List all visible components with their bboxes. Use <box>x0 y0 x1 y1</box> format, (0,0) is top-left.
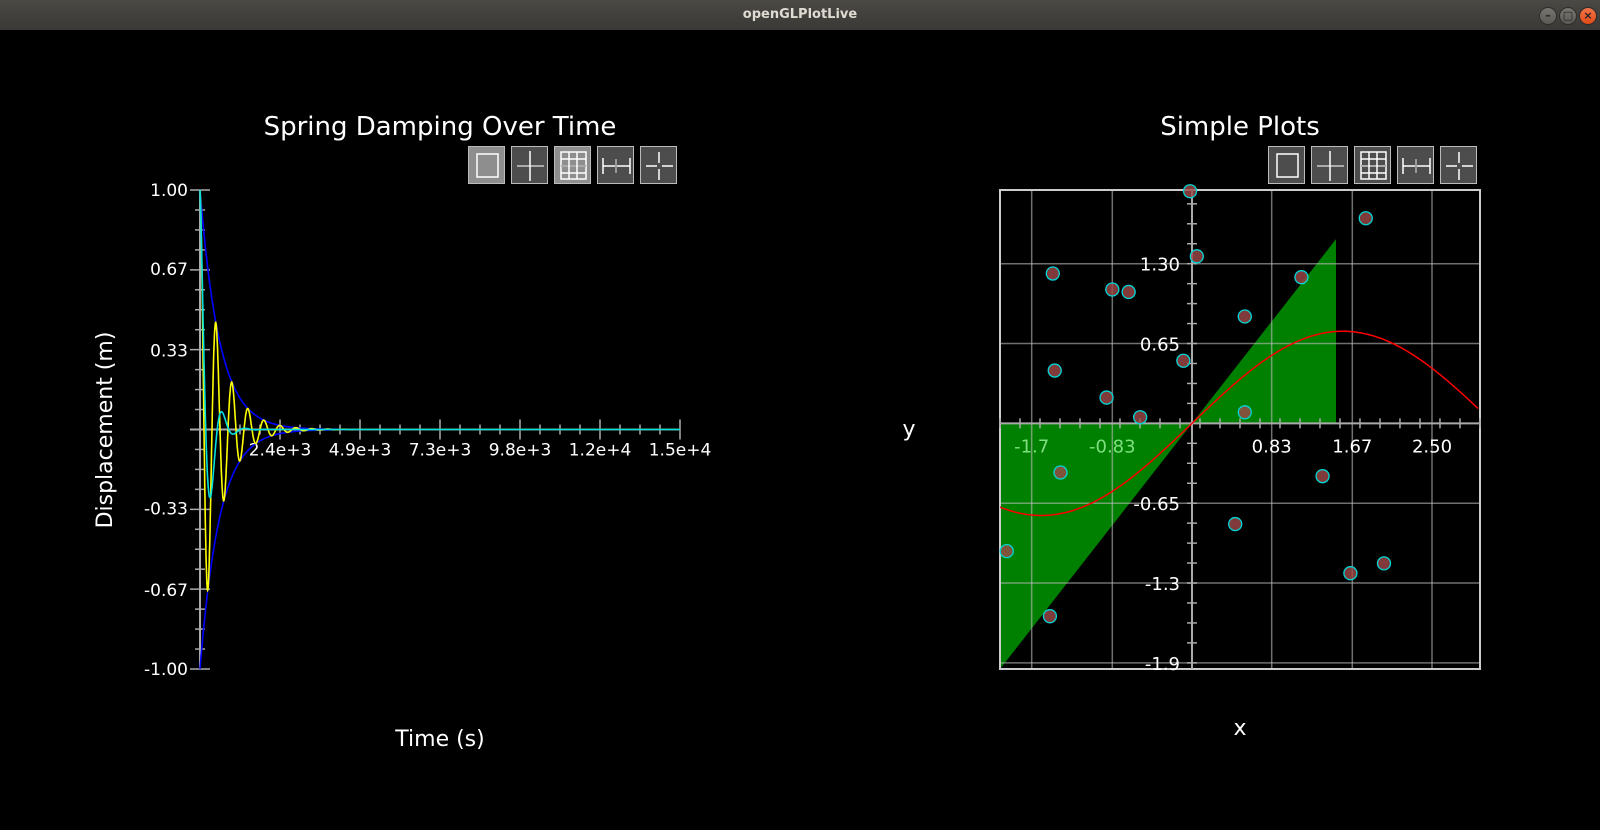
y-tick-label: 1.30 <box>1140 255 1180 276</box>
toolbar-button-crosshair[interactable] <box>640 146 677 184</box>
scatter-point <box>1047 363 1062 378</box>
scatter-point <box>1105 282 1120 297</box>
y-tick-label: 0.65 <box>1140 335 1180 356</box>
toolbar-button-box-axes[interactable] <box>1268 146 1305 184</box>
scatter-point <box>1045 266 1060 281</box>
toolbar-button-crosshair[interactable] <box>1440 146 1477 184</box>
series-line-lower-envelope <box>199 428 680 670</box>
scatter-point <box>1376 556 1392 571</box>
x-tick-label: 9.8e+3 <box>489 441 552 461</box>
ticks-icon <box>602 158 631 174</box>
y-tick-label: 0.67 <box>150 260 188 280</box>
scatter-point <box>1343 566 1358 581</box>
x-tick-label: 7.3e+3 <box>409 441 472 461</box>
x-tick-label: 2.50 <box>1412 436 1452 457</box>
close-icon: × <box>1583 9 1593 22</box>
crosshair-icon <box>646 152 673 180</box>
cross-axes-icon <box>1317 151 1344 181</box>
maximize-button[interactable]: □ <box>1559 7 1577 25</box>
scatter-point <box>1315 469 1330 484</box>
window-titlebar: openGLPlotLive – □ × <box>0 0 1600 30</box>
y-tick-label: -0.65 <box>1133 494 1180 515</box>
left-y-label: Displacement (m) <box>93 332 118 529</box>
series-line-damped-oscillation <box>199 189 680 593</box>
toolbar-button-cross-axes[interactable] <box>511 146 548 184</box>
y-tick-label: -0.33 <box>144 500 188 520</box>
y-tick-label: -1.3 <box>1145 574 1180 595</box>
right-y-label: y <box>902 417 915 442</box>
y-tick-label: -1.9 <box>1145 654 1180 675</box>
x-tick-label: -1.7 <box>1014 436 1049 457</box>
toolbar-button-ticks[interactable] <box>1397 146 1434 184</box>
series-line-upper-envelope <box>199 189 680 431</box>
minimize-button[interactable]: – <box>1539 7 1557 25</box>
cross-axes-icon <box>517 151 544 181</box>
scatter-point <box>1237 309 1252 324</box>
box-axes-icon <box>1276 153 1299 178</box>
x-tick-label: 4.9e+3 <box>329 441 392 461</box>
crosshair-icon <box>1446 152 1473 180</box>
x-tick-label: 1.67 <box>1332 436 1372 457</box>
scatter-point <box>1133 410 1148 425</box>
plots-canvas: Spring Damping Over Time Displacement (m… <box>93 112 1481 752</box>
scatter-point <box>999 543 1014 559</box>
left-x-label: Time (s) <box>394 727 484 752</box>
toolbar-button-grid[interactable] <box>1354 146 1391 184</box>
y-tick-label: 0.33 <box>150 341 188 361</box>
x-tick-label: -0.83 <box>1089 436 1136 457</box>
x-tick-label: 0.83 <box>1252 436 1292 457</box>
scatter-point <box>1189 249 1204 264</box>
scatter-point <box>1358 211 1373 226</box>
scatter-point <box>1294 270 1309 285</box>
scatter-point <box>1237 405 1252 420</box>
toolbar-button-cross-axes[interactable] <box>1311 146 1348 184</box>
scatter-point <box>1176 353 1191 368</box>
scatter-point <box>1228 516 1243 532</box>
right-plot-area[interactable]: -1.7 -0.83 0.83 1.67 2.50 1.30 0.65 -0.65 -1.3 -1… <box>999 184 1481 675</box>
close-button[interactable]: × <box>1579 7 1597 25</box>
toolbar-button-ticks[interactable] <box>597 146 634 184</box>
right-plot-title: Simple Plots <box>1160 112 1320 142</box>
left-plot-area[interactable]: 1.00 0.67 0.33 -0.33 -0.67 -1.00 2.4e+3 4.9e+3 7… <box>144 181 711 680</box>
minimize-icon: – <box>1545 9 1551 22</box>
toolbar-button-box-axes[interactable] <box>468 146 505 184</box>
box-axes-icon <box>476 153 499 178</box>
y-tick-label: -0.67 <box>144 581 188 601</box>
scatter-point <box>1182 184 1198 199</box>
toolbar-button-grid[interactable] <box>554 146 591 184</box>
right-x-label: x <box>1233 716 1246 741</box>
scatter-point <box>1053 465 1068 480</box>
scatter-point <box>1121 284 1136 300</box>
window-title: openGLPlotLive <box>742 7 858 22</box>
maximize-icon: □ <box>1562 9 1574 22</box>
ticks-icon <box>1402 158 1431 174</box>
left-plot-title: Spring Damping Over Time <box>264 112 617 142</box>
grid-icon <box>1360 151 1387 180</box>
scatter-point <box>1042 609 1058 624</box>
grid-icon <box>560 151 587 180</box>
y-tick-label: 1.00 <box>150 181 188 201</box>
x-tick-label: 1.2e+4 <box>569 441 632 461</box>
y-tick-label: -1.00 <box>144 660 188 680</box>
x-tick-label: 2.4e+3 <box>249 441 312 461</box>
scatter-point <box>1099 390 1114 405</box>
x-tick-label: 1.5e+4 <box>649 441 712 461</box>
